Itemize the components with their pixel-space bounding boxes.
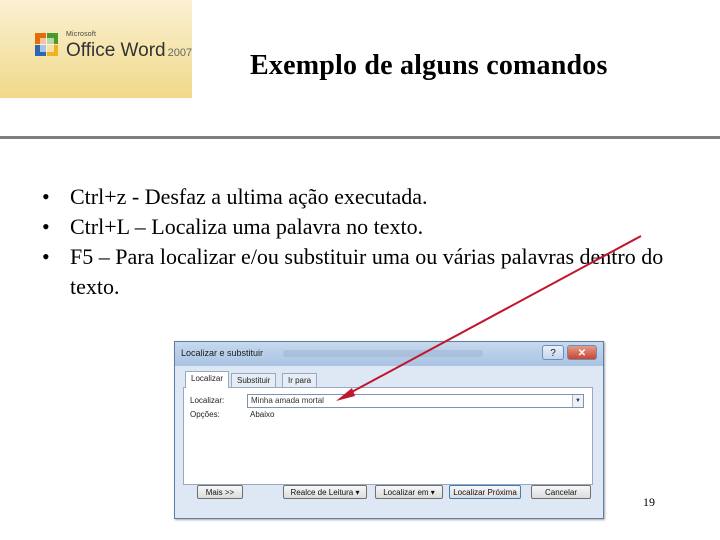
dialog-titlebar[interactable]: Localizar e substituir ? ✕ (175, 342, 603, 366)
slide-title: Exemplo de alguns comandos (250, 50, 608, 81)
options-label: Opções: (190, 410, 220, 419)
dialog-title: Localizar e substituir (181, 348, 264, 358)
page-number: 19 (643, 495, 655, 509)
find-replace-dialog: Localizar e substituir ? ✕ Localizar Sub… (174, 341, 604, 519)
cancel-button[interactable]: Cancelar (531, 485, 591, 499)
bullet-item: Ctrl+z - Desfaz a ultima ação executada. (42, 182, 682, 212)
tab-localizar[interactable]: Localizar (185, 371, 230, 388)
more-button[interactable]: Mais >> (197, 485, 243, 499)
reading-highlight-button[interactable]: Realce de Leitura ▾ (283, 485, 367, 499)
find-label: Localizar: (190, 396, 225, 405)
logo-product-name: Office Word 2007 (66, 40, 192, 62)
bullet-item: Ctrl+L – Localiza uma palavra no texto. (42, 212, 682, 242)
logo-brand-small: Microsoft (66, 31, 97, 38)
find-next-button[interactable]: Localizar Próxima (449, 485, 521, 499)
find-input-value: Minha amada mortal (251, 396, 324, 405)
tab-substituir[interactable]: Substituir (231, 373, 277, 388)
find-input[interactable]: Minha amada mortal ▼ (247, 394, 584, 408)
bullet-item: F5 – Para localizar e/ou substituir uma … (42, 242, 682, 302)
tab-ir-para[interactable]: Ir para (282, 373, 318, 388)
find-in-button[interactable]: Localizar em ▾ (375, 485, 443, 499)
close-button[interactable]: ✕ (567, 345, 597, 360)
help-button[interactable]: ? (542, 345, 564, 360)
tab-panel: Localizar: Minha amada mortal ▼ Opções: … (183, 387, 593, 485)
logo-product: Office Word (66, 40, 166, 61)
bullet-list: Ctrl+z - Desfaz a ultima ação executada.… (42, 182, 682, 302)
chevron-down-icon[interactable]: ▼ (572, 395, 583, 407)
options-value: Abaixo (250, 410, 275, 419)
logo-year: 2007 (167, 47, 193, 59)
blurred-background-title (283, 350, 483, 357)
title-divider (0, 136, 720, 139)
office-word-logo: Microsoft Office Word 2007 (0, 0, 192, 98)
office-logo-icon (35, 33, 58, 56)
